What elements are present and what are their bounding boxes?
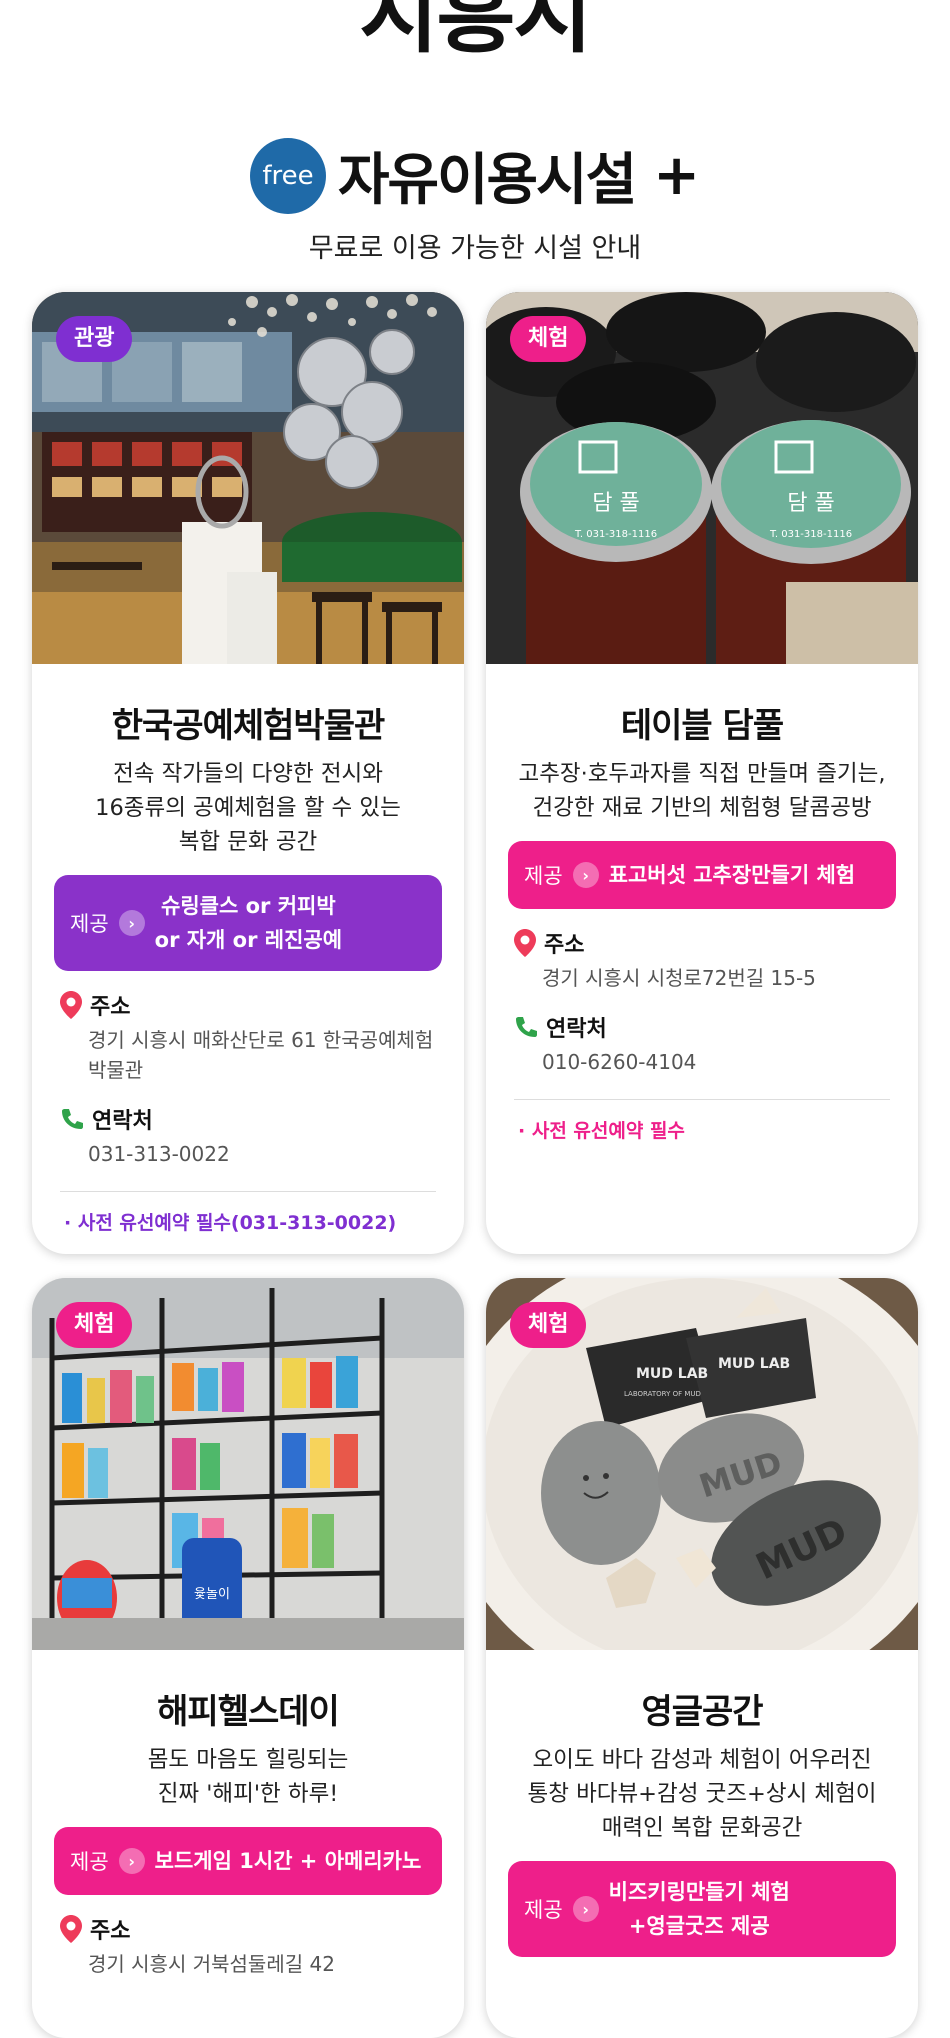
facility-card-happy-health-day[interactable]: 윷놀이 체험 해피헬스데이 몸도 마음도 힐링되는 진짜 '해피'한 하루! 제… [32, 1278, 464, 2038]
section-title: 자유이용시설 [337, 148, 637, 213]
facility-card-table-dampul[interactable]: 담 풀 담 풀 T. 031-318-1116 T. 031-318-1116 … [486, 292, 918, 1254]
section-header: free 자유이용시설 + [0, 135, 950, 216]
museum-photo: 관광 [32, 292, 464, 664]
offer-text: 보드게임 1시간 + 아메리카노 [154, 1849, 422, 1873]
contact-section: 연락처 031-313-0022 [54, 1103, 442, 1169]
reservation-note: · 사전 유선예약 필수 [518, 1120, 685, 1142]
city-title: 시흥시 [359, 0, 592, 65]
place-description: 몸도 마음도 힐링되는 진짜 '해피'한 하루! [147, 1747, 349, 1807]
soap-sublabel: LABORATORY OF MUD [624, 1390, 701, 1398]
phone-icon [514, 1015, 538, 1039]
jar-label: 담 풀 [787, 491, 834, 516]
offer-label: 제공 [70, 1850, 109, 1874]
free-badge: free [249, 137, 326, 214]
category-badge: 체험 [510, 316, 587, 362]
contact-value[interactable]: 031-313-0022 [60, 1139, 442, 1169]
facility-card-museum[interactable]: 관광 한국공예체험박물관 전속 작가들의 다양한 전시와 16종류의 공예체험을… [32, 292, 464, 1254]
address-value: 경기 시흥시 매화산단로 61 한국공예체험박물관 [88, 1028, 434, 1082]
phone-icon [60, 1107, 84, 1131]
divider [60, 1191, 436, 1192]
divider [514, 1099, 890, 1100]
chevron-right-icon: › [572, 862, 599, 888]
place-name: 테이블 담풀 [620, 706, 784, 746]
offer-label: 제공 [524, 1898, 563, 1922]
address-label: 주소 [544, 933, 585, 958]
address-section: 주소 경기 시흥시 매화산단로 61 한국공예체험박물관 [54, 989, 442, 1085]
address-label: 주소 [90, 1919, 131, 1944]
section-subtitle: 무료로 이용 가능한 시설 안내 [308, 233, 642, 264]
contact-value[interactable]: 010-6260-4104 [514, 1047, 896, 1077]
soap-label: MUD LAB [636, 1366, 708, 1382]
younggeul-photo: MUD LAB MUD LAB LABORATORY OF MUD MUD MU… [486, 1278, 918, 1650]
place-name: 한국공예체험박물관 [111, 706, 386, 746]
offer-label: 제공 [70, 912, 109, 936]
jar-phone: T. 031-318-1116 [574, 529, 657, 540]
jar-label: 담 풀 [592, 491, 639, 516]
address-label: 주소 [90, 995, 131, 1020]
contact-label: 연락처 [546, 1017, 607, 1042]
offer-banner[interactable]: 제공 › 표고버섯 고추장만들기 체험 [508, 841, 896, 909]
category-badge: 관광 [56, 316, 133, 362]
offer-text: 비즈키링만들기 체험 +영글굿즈 제공 [608, 1880, 790, 1938]
address-value: 경기 시흥시 시청로72번길 15-5 [542, 966, 816, 990]
contact-label: 연락처 [92, 1109, 153, 1134]
place-name: 해피헬스데이 [157, 1692, 340, 1732]
place-description: 전속 작가들의 다양한 전시와 16종류의 공예체험을 할 수 있는 복합 문화… [95, 761, 401, 855]
chevron-right-icon: › [118, 910, 145, 936]
chevron-right-icon: › [572, 1896, 599, 1922]
reservation-note: · 사전 유선예약 필수(031-313-0022) [64, 1212, 397, 1234]
category-badge: 체험 [510, 1302, 587, 1348]
chevron-right-icon: › [118, 1848, 145, 1874]
offer-text: 슈링클스 or 커피박 or 자개 or 레진공예 [154, 894, 343, 952]
address-value: 경기 시흥시 거북섬둘레길 42 [88, 1952, 335, 1976]
location-pin-icon [60, 1915, 82, 1943]
plus-icon: + [653, 143, 701, 208]
offer-text: 표고버섯 고추장만들기 체험 [608, 863, 856, 887]
bag-label: 윷놀이 [194, 1587, 230, 1602]
category-badge: 체험 [56, 1302, 133, 1348]
offer-label: 제공 [524, 864, 563, 888]
location-pin-icon [60, 991, 82, 1019]
offer-banner[interactable]: 제공 › 보드게임 1시간 + 아메리카노 [54, 1827, 442, 1895]
place-description: 오이도 바다 감성과 체험이 어우러진 통창 바다뷰+감성 굿즈+상시 체험이 … [527, 1747, 877, 1841]
offer-banner[interactable]: 제공 › 슈링클스 or 커피박 or 자개 or 레진공예 [54, 875, 442, 971]
address-section: 주소 경기 시흥시 시청로72번길 15-5 [508, 927, 896, 993]
location-pin-icon [514, 929, 536, 957]
facility-card-younggeul-space[interactable]: MUD LAB MUD LAB LABORATORY OF MUD MUD MU… [486, 1278, 918, 2038]
address-section: 주소 경기 시흥시 거북섬둘레길 42 [54, 1913, 442, 1979]
dampul-photo: 담 풀 담 풀 T. 031-318-1116 T. 031-318-1116 … [486, 292, 918, 664]
jar-phone: T. 031-318-1116 [769, 529, 852, 540]
place-description: 고추장·호두과자를 직접 만들며 즐기는, 건강한 재료 기반의 체험형 달콤공… [518, 761, 886, 821]
soap-label: MUD LAB [718, 1356, 790, 1372]
place-name: 영글공간 [641, 1692, 763, 1732]
contact-section: 연락처 010-6260-4104 [508, 1011, 896, 1077]
happy-health-day-photo: 윷놀이 체험 [32, 1278, 464, 1650]
offer-banner[interactable]: 제공 › 비즈키링만들기 체험 +영글굿즈 제공 [508, 1861, 896, 1957]
